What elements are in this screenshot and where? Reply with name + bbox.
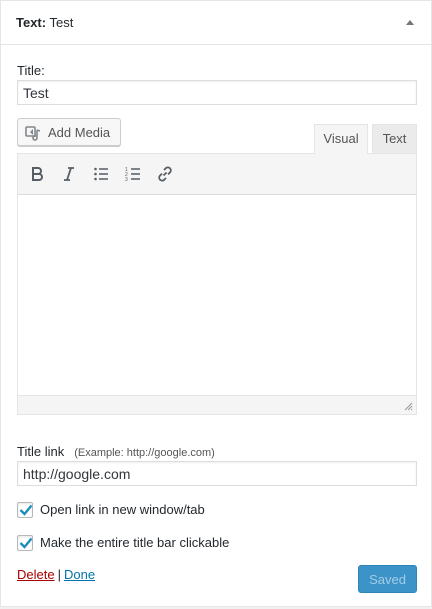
numbered-list-icon: 1 2 3 (125, 167, 140, 182)
open-new-window-label[interactable]: Open link in new window/tab (40, 502, 205, 517)
italic-button[interactable] (57, 162, 81, 186)
editor-statusbar (18, 395, 416, 414)
numbered-list-button[interactable]: 1 2 3 (121, 162, 145, 186)
svg-text:3: 3 (125, 177, 128, 182)
title-link-hint: (Example: http://google.com) (74, 447, 215, 459)
add-media-button[interactable]: Add Media (17, 118, 121, 146)
checkmark-icon (19, 504, 33, 516)
open-new-window-checkbox[interactable] (17, 502, 33, 518)
delete-link[interactable]: Delete (17, 567, 55, 582)
text-widget: Text: Test Title: Add Media Visual Text (0, 0, 432, 607)
action-separator: | (57, 567, 61, 582)
resize-handle-icon[interactable] (403, 401, 413, 411)
title-bar-clickable-label[interactable]: Make the entire title bar clickable (40, 535, 229, 550)
title-link-label-row: Title link (Example: http://google.com) (17, 444, 215, 459)
title-link-input[interactable] (17, 461, 417, 486)
italic-icon (64, 167, 74, 181)
editor-toolbar: 1 2 3 (18, 154, 416, 195)
bold-icon (32, 167, 43, 181)
widget-instance-name: Test (49, 15, 74, 30)
editor: 1 2 3 (17, 153, 417, 415)
title-bar-clickable-checkbox[interactable] (17, 535, 33, 551)
widget-type-label: Text (16, 15, 42, 30)
link-button[interactable] (153, 162, 177, 186)
link-icon (158, 166, 172, 182)
media-icon (25, 126, 41, 141)
tab-visual[interactable]: Visual (314, 124, 368, 154)
title-label: Title: (17, 63, 45, 78)
widget-title: Text: Test (16, 15, 73, 31)
checkmark-icon (19, 537, 33, 549)
triangle-up-icon[interactable] (403, 15, 417, 29)
editor-content-area[interactable] (18, 196, 416, 396)
done-link[interactable]: Done (64, 567, 95, 582)
saved-button[interactable]: Saved (358, 565, 417, 593)
title-link-label: Title link (17, 444, 65, 459)
bold-button[interactable] (25, 162, 49, 186)
add-media-label: Add Media (48, 125, 111, 140)
bulleted-list-button[interactable] (89, 162, 113, 186)
tab-text[interactable]: Text (372, 124, 417, 153)
bulleted-list-icon (94, 167, 108, 181)
widget-title-separator: : (41, 15, 47, 30)
widget-header[interactable]: Text: Test (1, 1, 431, 45)
widget-actions: Delete | Done (17, 567, 95, 582)
title-input[interactable] (17, 80, 417, 105)
